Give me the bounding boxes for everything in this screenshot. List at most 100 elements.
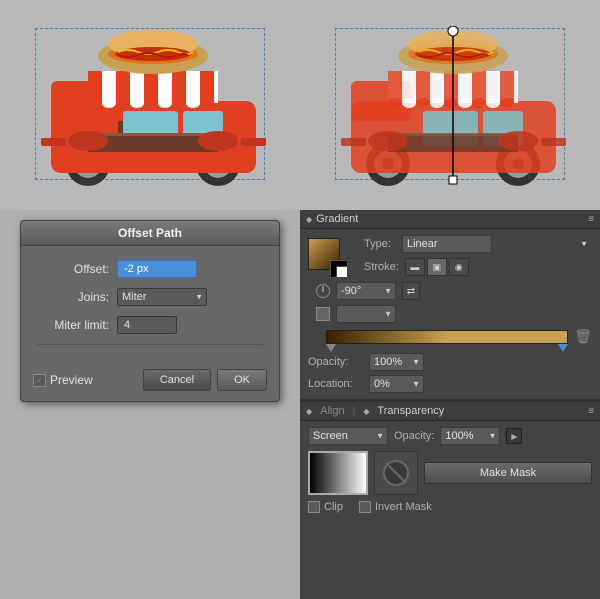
angle-select[interactable]: -90° 0° 90° 180° xyxy=(336,282,396,300)
gradient-header-left: ◆ Gradient xyxy=(306,213,358,225)
gradient-bar-container xyxy=(326,330,568,344)
left-panel: Offset Path Offset: Joins: Miter Round B… xyxy=(0,210,300,599)
opacity-select-wrapper: 100% ▼ xyxy=(369,353,424,371)
type-label: Type: xyxy=(364,238,396,250)
cancel-button[interactable]: Cancel xyxy=(143,369,211,391)
invert-mask-option: Invert Mask xyxy=(359,501,432,513)
clip-checkbox[interactable] xyxy=(308,501,320,513)
gradient-swatch-small[interactable] xyxy=(330,260,348,278)
invert-mask-label: Invert Mask xyxy=(375,501,432,513)
location-select[interactable]: 0% xyxy=(369,375,424,393)
gradient-title: Gradient xyxy=(316,213,358,225)
canvas-area xyxy=(0,0,600,210)
blend-select-wrapper: Screen Normal Multiply Overlay ▼ xyxy=(308,427,388,445)
transparency-blend-row: Screen Normal Multiply Overlay ▼ Opacity… xyxy=(308,427,592,445)
trans-opacity-select[interactable]: 100% xyxy=(440,427,500,445)
angle-indicator xyxy=(323,286,324,292)
preview-checkbox[interactable]: ✓ xyxy=(33,374,46,387)
opacity-select[interactable]: 100% xyxy=(369,353,424,371)
gradient-swatch-area xyxy=(308,238,344,274)
transparency-title: Transparency xyxy=(377,405,444,417)
stroke-btn-1[interactable]: ▬ xyxy=(405,258,425,276)
bar-spacer xyxy=(308,330,322,344)
miter-label: Miter limit: xyxy=(37,318,117,332)
gradient-trash-icon[interactable]: 🗑 xyxy=(574,328,592,345)
truck-svg-right xyxy=(333,26,573,186)
transparency-extra-btn[interactable]: ▶ xyxy=(506,428,522,444)
stroke-btn-3[interactable]: ◉ xyxy=(449,258,469,276)
align-label: Align xyxy=(320,405,344,417)
offset-input[interactable] xyxy=(117,260,197,278)
mask-stop-icon[interactable] xyxy=(374,451,418,495)
ok-button[interactable]: OK xyxy=(217,369,267,391)
type-select[interactable]: Linear Radial xyxy=(402,235,492,253)
stroke-buttons: ▬ ▣ ◉ xyxy=(405,258,469,276)
mask-options-row: Clip Invert Mask xyxy=(308,501,592,513)
gradient-stop-right[interactable] xyxy=(558,344,568,352)
transparency-title-icon: ◆ xyxy=(363,407,369,416)
miter-row: Miter limit: xyxy=(37,316,263,334)
right-panel: ◆ Gradient ≡ xyxy=(300,210,600,599)
separator: | xyxy=(353,406,356,417)
offset-path-dialog: Offset Path Offset: Joins: Miter Round B… xyxy=(20,220,280,402)
joins-row: Joins: Miter Round Bevel ▼ xyxy=(37,288,263,306)
type-row: Type: Linear Radial ▼ xyxy=(364,235,592,253)
joins-select[interactable]: Miter Round Bevel xyxy=(117,288,207,306)
canvas-left xyxy=(0,0,300,210)
gradient-panel-header: ◆ Gradient ≡ xyxy=(300,210,600,229)
aspect-select-wrapper: ▼ xyxy=(336,305,396,323)
reverse-btn[interactable]: ⇄ xyxy=(402,282,420,300)
location-select-wrapper: 0% ▼ xyxy=(369,375,424,393)
bottom-area: Offset Path Offset: Joins: Miter Round B… xyxy=(0,210,600,599)
stroke-row: Stroke: ▬ ▣ ◉ xyxy=(364,258,592,276)
offset-row: Offset: xyxy=(37,260,263,278)
swatch-container xyxy=(308,238,344,274)
gradient-bar-row: 🗑 xyxy=(308,328,592,345)
gradient-bar[interactable] xyxy=(326,330,568,344)
transparency-header-left: ◆ Align | ◆ Transparency xyxy=(306,405,444,417)
angle-select-wrapper: -90° 0° 90° 180° ▼ xyxy=(336,282,396,300)
opacity-label: Opacity: xyxy=(308,356,363,368)
transparency-panel-header: ◆ Align | ◆ Transparency ≡ xyxy=(300,402,600,421)
make-mask-button[interactable]: Make Mask xyxy=(424,462,592,484)
gradient-menu-icon[interactable]: ≡ xyxy=(588,214,594,225)
stroke-btn-2[interactable]: ▣ xyxy=(427,258,447,276)
offset-label: Offset: xyxy=(37,262,117,276)
location-row: Location: 0% ▼ xyxy=(308,375,592,393)
gradient-content: Type: Linear Radial ▼ Stroke: xyxy=(300,229,600,399)
gradient-controls: Type: Linear Radial ▼ Stroke: xyxy=(364,235,592,276)
canvas-right xyxy=(300,0,600,210)
angle-circle xyxy=(316,284,330,298)
stroke-label: Stroke: xyxy=(364,261,399,273)
trans-opacity-select-wrapper: 100% ▼ xyxy=(440,427,500,445)
aspect-row: ▼ xyxy=(316,305,592,323)
mask-thumbnail[interactable] xyxy=(308,451,368,495)
aspect-select[interactable] xyxy=(336,305,396,323)
truck-svg-left xyxy=(33,26,273,186)
transparency-collapse-icon[interactable]: ◆ xyxy=(306,407,312,416)
type-select-arrow: ▼ xyxy=(580,240,588,249)
dialog-footer: ✓ Preview Cancel OK xyxy=(21,363,279,401)
gradient-stop-left[interactable] xyxy=(326,344,336,352)
opacity-row: Opacity: 100% ▼ xyxy=(308,353,592,371)
miter-input[interactable] xyxy=(117,316,177,334)
clip-label: Clip xyxy=(324,501,343,513)
gradient-bar-area: 🗑 xyxy=(308,328,592,345)
transparency-content: Screen Normal Multiply Overlay ▼ Opacity… xyxy=(300,421,600,519)
clip-option: Clip xyxy=(308,501,343,513)
no-entry-icon xyxy=(382,459,410,487)
preview-label: Preview xyxy=(50,373,93,387)
joins-select-wrapper: Miter Round Bevel ▼ xyxy=(117,288,207,306)
invert-mask-checkbox[interactable] xyxy=(359,501,371,513)
transparency-opacity-label: Opacity: xyxy=(394,430,434,442)
type-select-wrapper: Linear Radial ▼ xyxy=(402,235,592,253)
aspect-icon xyxy=(316,307,330,321)
dialog-divider xyxy=(37,344,263,345)
gradient-collapse-icon[interactable]: ◆ xyxy=(306,215,312,224)
blend-select[interactable]: Screen Normal Multiply Overlay xyxy=(308,427,388,445)
transparency-menu-icon[interactable]: ≡ xyxy=(588,406,594,417)
preview-check[interactable]: ✓ Preview xyxy=(33,373,137,387)
gradient-type-row: Type: Linear Radial ▼ Stroke: xyxy=(308,235,592,276)
angle-row: -90° 0° 90° 180° ▼ ⇄ xyxy=(308,282,592,300)
stroke-indicator xyxy=(336,266,348,278)
